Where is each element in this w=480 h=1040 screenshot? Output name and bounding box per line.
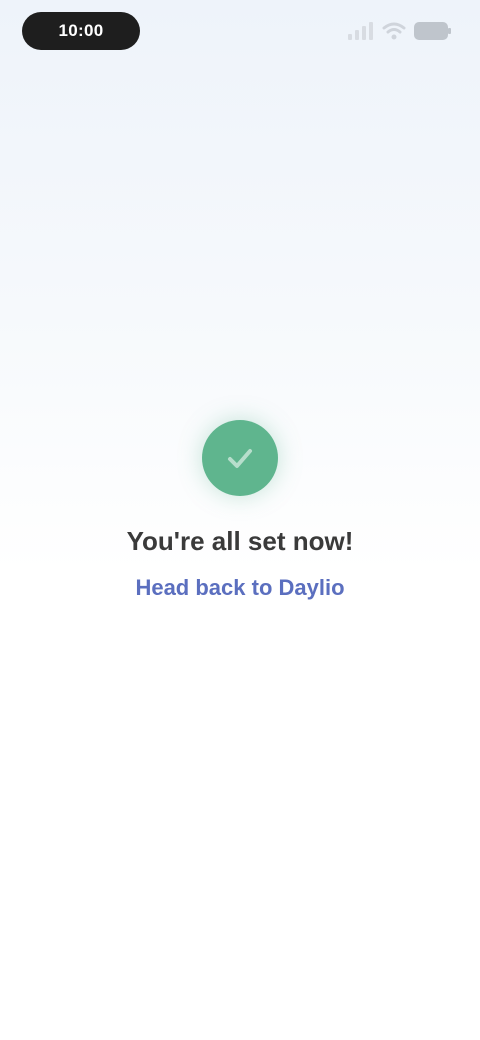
status-time: 10:00 [22,12,140,50]
status-bar: 10:00 [0,0,480,64]
success-message: You're all set now! [126,526,354,556]
signal-icon [348,22,373,40]
check-icon [202,420,278,496]
success-content: You're all set now! Head back to Daylio [0,420,480,601]
battery-icon [414,22,451,40]
head-back-link[interactable]: Head back to Daylio [135,575,344,601]
wifi-icon [382,22,406,40]
status-icons [348,18,452,44]
